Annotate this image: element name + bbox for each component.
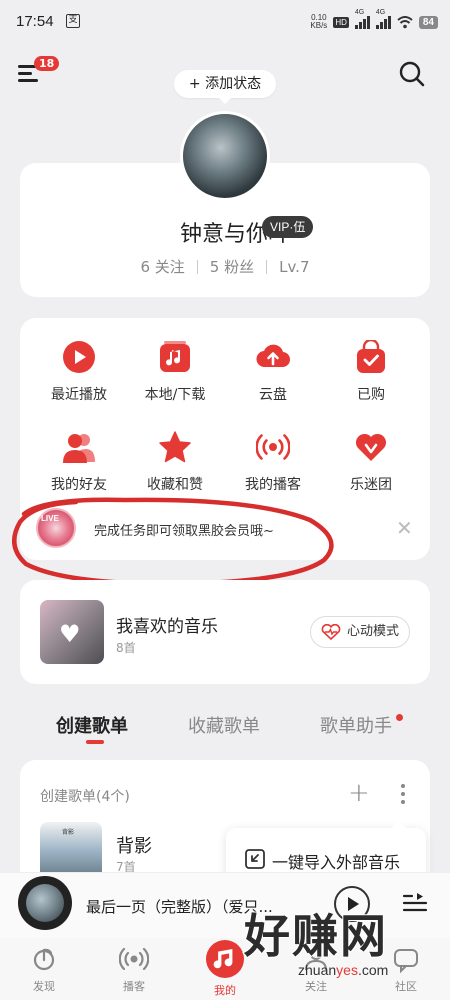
liked-cover: ♥	[40, 600, 104, 664]
close-icon[interactable]: ✕	[396, 516, 413, 540]
profile-stats: 6 关注 5 粉丝 Lv.7	[20, 256, 430, 277]
heart-icon: ♥	[59, 620, 81, 648]
status-bar: 17:54 支 0.10 KB/s HD 4G 4G 84	[0, 0, 450, 44]
watermark-logo: 好赚网 zhuanyes.com	[243, 908, 389, 978]
divider	[266, 259, 268, 274]
shortcut-my-podcast[interactable]: 我的播客	[226, 430, 320, 494]
liked-title: 我喜欢的音乐	[116, 617, 218, 637]
album-disc[interactable]	[18, 876, 72, 930]
star-icon	[158, 430, 192, 464]
discover-icon	[29, 944, 59, 974]
podcast-icon	[118, 944, 150, 974]
live-avatar: LIVE	[36, 508, 76, 548]
more-options-icon[interactable]	[396, 782, 410, 806]
music-note-icon	[158, 340, 192, 374]
hd-icon: HD	[333, 16, 349, 28]
play-icon	[62, 340, 96, 374]
heartbeat-mode-button[interactable]: 心动模式	[310, 616, 410, 648]
nav-podcast[interactable]: 播客	[104, 940, 164, 994]
shortcut-recent-play[interactable]: 最近播放	[32, 340, 126, 404]
broadcast-icon	[255, 430, 291, 464]
notification-badge: 18	[34, 56, 60, 71]
app-notification-icon: 支	[66, 14, 80, 28]
shortcut-favorites[interactable]: 收藏和赞	[128, 430, 222, 494]
username[interactable]: 钟意与你吖	[30, 216, 290, 248]
promo-banner[interactable]: LIVE 完成任务即可领取黑胶会员哦~ ✕	[26, 500, 424, 556]
battery-icon: 84	[418, 15, 438, 29]
tab-playlist-assistant[interactable]: 歌单助手	[320, 712, 392, 738]
shortcut-cloud[interactable]: 云盘	[226, 340, 320, 404]
add-playlist-icon[interactable]: +	[348, 778, 370, 808]
import-icon	[245, 849, 265, 869]
status-time: 17:54	[16, 13, 54, 30]
promo-text: 完成任务即可领取黑胶会员哦~	[94, 524, 274, 539]
avatar[interactable]	[180, 111, 270, 201]
bag-check-icon	[354, 338, 388, 374]
shortcut-local-download[interactable]: 本地/下载	[128, 340, 222, 404]
heartbeat-icon	[321, 624, 341, 640]
music-icon	[206, 940, 244, 978]
add-status-button[interactable]: + 添加状态	[174, 70, 276, 104]
search-icon[interactable]	[398, 60, 426, 88]
signal-icon: 4G	[354, 9, 370, 29]
playlists-header: 创建歌单(4个)	[40, 789, 130, 805]
friends-icon	[62, 430, 96, 464]
vip-badge[interactable]: VIP·伍	[262, 216, 314, 238]
liked-music-card[interactable]: ♥ 我喜欢的音乐 8首 心动模式	[20, 580, 430, 684]
new-dot-badge	[396, 714, 403, 721]
shortcut-friends[interactable]: 我的好友	[32, 430, 126, 494]
heart-badge-icon	[354, 430, 388, 464]
liked-count: 8首	[116, 641, 136, 655]
signal-icon-2: 4G	[375, 9, 391, 29]
following-count[interactable]: 6 关注	[140, 256, 184, 277]
nav-discover[interactable]: 发现	[14, 940, 74, 994]
level-label[interactable]: Lv.7	[279, 258, 309, 276]
tab-indicator	[86, 740, 104, 744]
shortcut-purchased[interactable]: 已购	[324, 338, 418, 404]
playlist-title[interactable]: 背影	[116, 832, 152, 858]
followers-count[interactable]: 5 粉丝	[210, 256, 254, 277]
divider	[196, 259, 198, 274]
tab-created-playlists[interactable]: 创建歌单	[56, 712, 128, 738]
wifi-icon	[397, 15, 413, 29]
shortcut-fan-club[interactable]: 乐迷团	[324, 430, 418, 494]
tab-collected-playlists[interactable]: 收藏歌单	[188, 712, 260, 738]
status-right: 0.10 KB/s HD 4G 4G 84	[310, 9, 438, 32]
cloud-upload-icon	[256, 340, 291, 374]
net-speed: 0.10 KB/s	[310, 13, 328, 30]
